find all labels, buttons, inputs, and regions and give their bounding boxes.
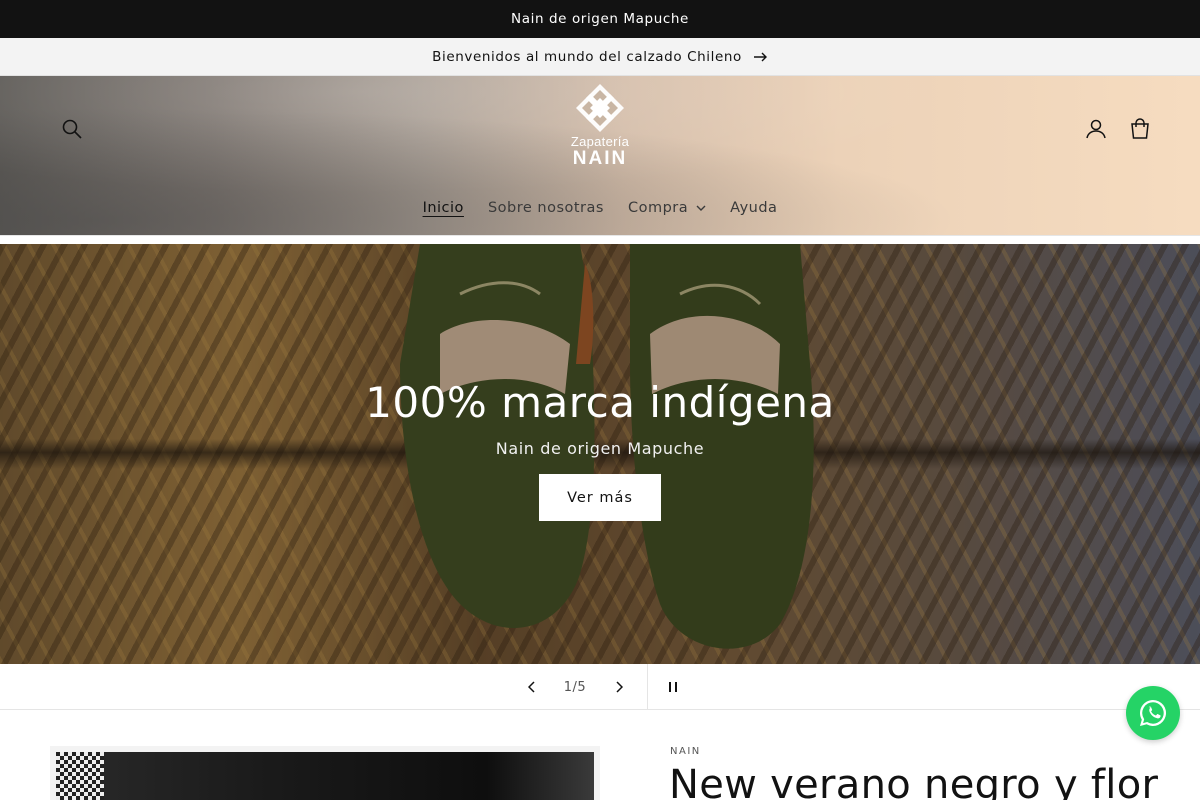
slide-counter: 1/5 xyxy=(563,679,587,695)
hero-cta-button[interactable]: Ver más xyxy=(539,474,661,521)
cart-icon xyxy=(1131,118,1149,139)
header-divider xyxy=(0,235,1200,244)
cart-button[interactable] xyxy=(1118,107,1162,151)
nav-item-compra[interactable]: Compra xyxy=(616,196,718,220)
product-image[interactable] xyxy=(56,752,594,800)
main-navigation: Inicio Sobre nosotras Compra Ayuda xyxy=(0,196,1200,220)
logo-text-line1: Zapatería xyxy=(570,134,630,149)
whatsapp-chat-button[interactable] xyxy=(1126,686,1180,740)
product-vendor: NAIN xyxy=(670,746,701,757)
hero-subtitle: Nain de origen Mapuche xyxy=(495,439,705,458)
account-icon xyxy=(1086,119,1106,139)
hero-slide: 100% marca indígena Nain de origen Mapuc… xyxy=(0,244,1200,664)
pause-slideshow-button[interactable] xyxy=(652,664,694,710)
arrow-right-icon xyxy=(753,52,768,62)
chevron-right-icon xyxy=(616,681,623,693)
top-announcement-text: Nain de origen Mapuche xyxy=(511,11,689,27)
announcement-text[interactable]: Bienvenidos al mundo del calzado Chileno xyxy=(432,49,742,65)
product-title: New verano negro y flor xyxy=(669,762,1159,800)
chevron-down-icon xyxy=(696,205,706,211)
nav-item-sobre-nosotras[interactable]: Sobre nosotras xyxy=(476,196,616,220)
search-icon xyxy=(62,119,82,139)
top-announcement-bar: Nain de origen Mapuche xyxy=(0,0,1200,38)
announcement-bar[interactable]: Bienvenidos al mundo del calzado Chileno xyxy=(0,38,1200,76)
logo-emblem-icon xyxy=(576,84,624,132)
product-image-frame[interactable] xyxy=(50,746,600,800)
site-logo[interactable]: Zapatería NAIN xyxy=(560,84,640,176)
product-image-pattern xyxy=(56,752,104,800)
hero-content: 100% marca indígena Nain de origen Mapuc… xyxy=(0,244,1200,664)
nav-item-compra-label[interactable]: Compra xyxy=(628,200,688,216)
hero-title: 100% marca indígena xyxy=(365,378,835,427)
search-button[interactable] xyxy=(50,107,94,151)
nav-item-inicio[interactable]: Inicio xyxy=(411,196,476,220)
logo-text-line2: NAIN xyxy=(572,148,628,169)
whatsapp-icon xyxy=(1140,700,1167,726)
chevron-left-icon xyxy=(528,681,535,693)
next-slide-button[interactable] xyxy=(597,664,641,710)
account-button[interactable] xyxy=(1074,107,1118,151)
site-header: Zapatería NAIN Inicio Sobre nosotras Com… xyxy=(0,76,1200,236)
slideshow-controls: 1/5 xyxy=(0,664,1200,710)
previous-slide-button[interactable] xyxy=(510,664,554,710)
controls-divider xyxy=(647,664,648,710)
nav-item-ayuda[interactable]: Ayuda xyxy=(718,196,789,220)
pause-icon xyxy=(669,682,677,692)
